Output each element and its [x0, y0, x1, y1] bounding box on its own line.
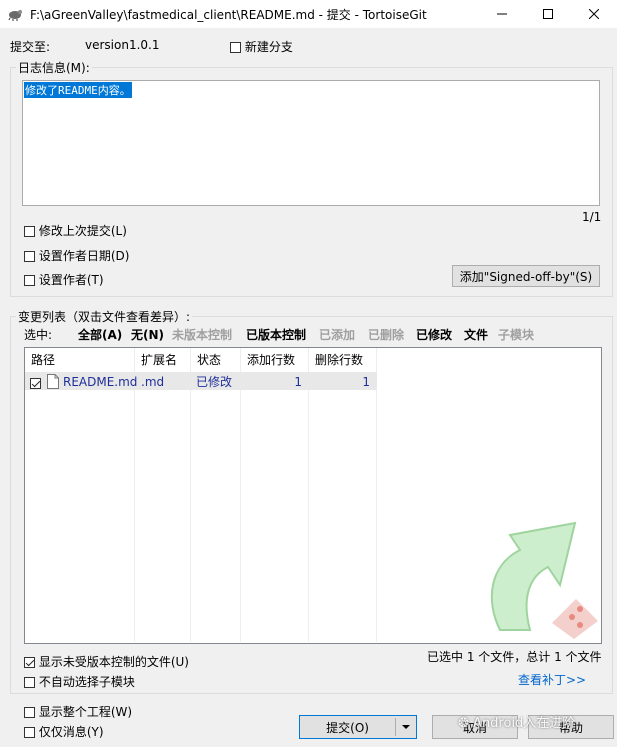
new-branch-check-icon[interactable] — [230, 42, 241, 53]
set-date-check-icon[interactable] — [24, 251, 35, 262]
watermark-text: ❂ Android入在进阶 — [458, 712, 575, 731]
commit-to-branch: version1.0.1 — [85, 38, 160, 52]
row-check-icon[interactable] — [30, 378, 41, 389]
column-header-status[interactable]: 状态 — [191, 348, 241, 370]
selection-summary: 已选中 1 个文件，总计 1 个文件 — [427, 650, 602, 664]
minimize-icon — [497, 13, 507, 15]
column-divider — [376, 348, 377, 642]
no-autoselect-submodules-checkbox[interactable]: 不自动选择子模块 — [24, 673, 135, 690]
set-date-label: 设置作者日期(D) — [38, 249, 130, 263]
filter-deleted: 已删除 — [368, 328, 405, 342]
log-message-textarea[interactable] — [22, 80, 600, 206]
message-counter: 1/1 — [582, 210, 602, 224]
show-unversioned-check-icon[interactable] — [24, 657, 35, 668]
set-author-checkbox[interactable]: 设置作者(T) — [24, 271, 104, 288]
set-author-label: 设置作者(T) — [38, 273, 104, 287]
no-autoselect-submodules-label: 不自动选择子模块 — [38, 675, 135, 689]
row-deleted: 1 — [362, 375, 370, 389]
row-ext: .md — [141, 375, 165, 389]
commit-to-label: 提交至: — [10, 40, 51, 54]
close-icon — [589, 9, 599, 19]
column-divider — [308, 348, 309, 642]
amend-check-icon[interactable] — [24, 226, 35, 237]
maximize-button[interactable] — [525, 0, 571, 28]
new-branch-checkbox[interactable]: 新建分支 — [230, 38, 293, 55]
show-whole-project-label: 显示整个工程(W) — [38, 705, 133, 719]
close-button[interactable] — [571, 0, 617, 28]
tortoisegit-app-icon — [8, 10, 22, 21]
show-whole-project-check-icon[interactable] — [24, 707, 35, 718]
amend-checkbox[interactable]: 修改上次提交(L) — [24, 222, 127, 239]
commit-button-label: 提交(O) — [326, 720, 369, 735]
log-message-text: 修改了README内容。 — [24, 82, 132, 98]
maximize-icon — [543, 9, 553, 19]
no-autoselect-submodules-check-icon[interactable] — [24, 677, 35, 688]
filter-all[interactable]: 全部(A) — [78, 326, 122, 343]
show-whole-project-checkbox[interactable]: 显示整个工程(W) — [24, 703, 132, 720]
filter-modified[interactable]: 已修改 — [416, 326, 452, 343]
message-only-label: 仅仅消息(Y) — [38, 725, 104, 739]
view-patch-link[interactable]: 查看补丁>> — [518, 671, 586, 688]
new-branch-label: 新建分支 — [244, 40, 293, 54]
column-divider — [134, 348, 135, 642]
message-only-check-icon[interactable] — [24, 727, 35, 738]
row-added: 1 — [294, 375, 302, 389]
minimize-button[interactable] — [479, 0, 525, 28]
column-header-ext[interactable]: 扩展名 — [135, 348, 191, 370]
filter-versioned[interactable]: 已版本控制 — [246, 326, 306, 343]
set-author-check-icon[interactable] — [24, 275, 35, 286]
filter-files[interactable]: 文件 — [464, 326, 488, 343]
filter-unversioned: 未版本控制 — [172, 328, 233, 342]
column-divider — [240, 348, 241, 642]
watermark-label: Android入在进阶 — [473, 716, 576, 731]
dropdown-arrow-icon[interactable] — [396, 722, 416, 732]
row-path: README.md — [63, 375, 138, 389]
column-divider — [190, 348, 191, 642]
message-only-checkbox[interactable]: 仅仅消息(Y) — [24, 723, 104, 740]
filter-submodules: 子模块 — [498, 328, 535, 342]
commit-arrow-logo — [490, 521, 598, 639]
select-label: 选中: — [24, 328, 53, 342]
changes-group-label: 变更列表（双击文件查看差异）: — [16, 308, 193, 325]
row-status: 已修改 — [196, 375, 233, 389]
set-date-checkbox[interactable]: 设置作者日期(D) — [24, 247, 129, 264]
filter-added: 已添加 — [319, 328, 356, 342]
window-title: F:\aGreenValley\fastmedical_client\READM… — [30, 8, 427, 22]
column-header-deleted[interactable]: 删除行数 — [309, 348, 377, 370]
wechat-icon: ❂ — [458, 716, 469, 731]
signoff-button[interactable]: 添加"Signed-off-by"(S) — [452, 265, 600, 287]
amend-label: 修改上次提交(L) — [38, 224, 127, 238]
file-icon — [47, 374, 59, 389]
commit-button[interactable]: 提交(O) — [299, 715, 417, 739]
show-unversioned-checkbox[interactable]: 显示未受版本控制的文件(U) — [24, 653, 189, 670]
filter-none[interactable]: 无(N) — [131, 326, 164, 343]
log-message-group-label: 日志信息(M): — [16, 59, 92, 76]
show-unversioned-label: 显示未受版本控制的文件(U) — [38, 655, 189, 669]
column-header-added[interactable]: 添加行数 — [241, 348, 309, 370]
column-header-path[interactable]: 路径 — [25, 348, 135, 370]
